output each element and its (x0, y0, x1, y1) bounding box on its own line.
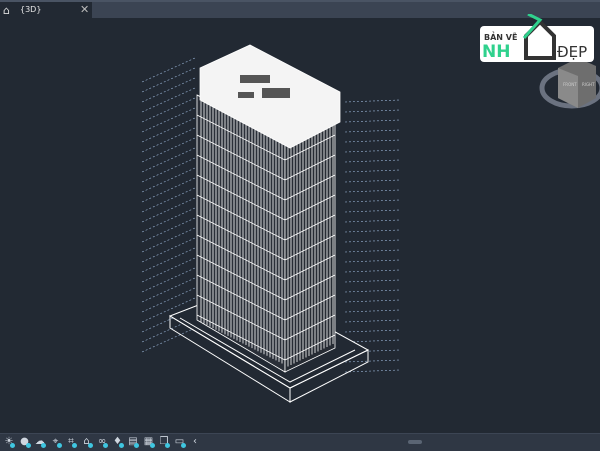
dimension-line (141, 327, 196, 353)
dimension-line (141, 187, 196, 213)
dimension-line (141, 217, 196, 243)
dimension-line (344, 199, 401, 203)
dimension-line (344, 329, 401, 333)
dimension-line (141, 277, 196, 303)
logo-nh: NH (482, 42, 510, 62)
dimension-line (344, 259, 401, 263)
viewcube-front: FRONT (563, 82, 577, 87)
collapse-icon[interactable]: ‹ (189, 436, 201, 448)
drawing-viewport[interactable]: FRONT RIGHT (0, 18, 600, 432)
home-icon[interactable]: ⌂ (3, 4, 10, 17)
viewcube-right: RIGHT (582, 82, 595, 87)
tab-label: {3D} (20, 5, 42, 14)
dimension-line (344, 369, 401, 373)
dimension-line (141, 237, 196, 263)
lightbulb-icon[interactable]: ♦ (112, 436, 124, 448)
dimension-line (141, 247, 196, 273)
status-bar: ☀ ● ☁ ⌖ ⌗ ⌂ ∞ ♦ ▤ ▦ ❒ ▭ ‹ (0, 433, 600, 451)
dimension-line (344, 209, 401, 213)
dimension-line (141, 77, 196, 103)
dimension-line (344, 229, 401, 233)
cube-icon[interactable]: ❒ (158, 436, 170, 448)
dimension-line (344, 239, 401, 243)
sun-icon[interactable]: ☀ (3, 436, 15, 448)
dimension-line (141, 57, 196, 83)
dimension-line (344, 319, 401, 323)
close-icon[interactable]: ✕ (80, 3, 89, 16)
viewport-icon[interactable]: ▭ (174, 436, 186, 448)
scroll-handle[interactable] (408, 440, 422, 444)
dimension-line (141, 67, 196, 93)
dimension-line (141, 287, 196, 313)
geo-location-icon[interactable]: ⌖ (50, 436, 62, 448)
dimension-line (344, 149, 401, 153)
dimension-line (141, 177, 196, 203)
render-icon[interactable]: ⌗ (65, 436, 77, 448)
dimension-line (344, 129, 401, 133)
dimension-line (344, 269, 401, 273)
dimension-line (141, 257, 196, 283)
dimension-line (141, 147, 196, 173)
dimension-line (344, 169, 401, 173)
dimension-line (344, 359, 401, 363)
dimension-line (344, 309, 401, 313)
dimension-line (344, 279, 401, 283)
dimension-line (344, 119, 401, 123)
glasses-icon[interactable]: ∞ (96, 436, 108, 448)
grid-icon[interactable]: ▦ (143, 436, 155, 448)
house-icon[interactable]: ⌂ (81, 436, 93, 448)
logo-line1: BẢN VẼ (484, 31, 517, 42)
viewcube[interactable]: FRONT RIGHT (539, 58, 600, 109)
dimension-line (141, 117, 196, 143)
tower (196, 44, 341, 373)
light-bulb-icon[interactable]: ● (19, 436, 31, 448)
dimension-line (344, 219, 401, 223)
dimension-line (141, 127, 196, 153)
dimension-line (344, 289, 401, 293)
dimension-line (141, 227, 196, 253)
dimension-line (141, 87, 196, 113)
dimension-line (141, 107, 196, 133)
dimension-line (141, 97, 196, 123)
dimension-line (141, 197, 196, 223)
dimension-line (141, 157, 196, 183)
dimension-line (344, 99, 401, 103)
layers-icon[interactable]: ▤ (127, 436, 139, 448)
dimension-line (141, 137, 196, 163)
dimension-line (344, 109, 401, 113)
dimension-line (344, 299, 401, 303)
dimension-line (344, 179, 401, 183)
dimension-line (344, 159, 401, 163)
logo: BẢN VẼ NH ĐẸP (478, 12, 596, 64)
dimension-line (344, 249, 401, 253)
cloud-icon[interactable]: ☁ (34, 436, 46, 448)
dimension-line (141, 267, 196, 293)
dimension-line (141, 167, 196, 193)
dimension-line (344, 139, 401, 143)
logo-dep: ĐẸP (557, 43, 587, 61)
dimension-line (141, 207, 196, 233)
dimension-line (344, 189, 401, 193)
